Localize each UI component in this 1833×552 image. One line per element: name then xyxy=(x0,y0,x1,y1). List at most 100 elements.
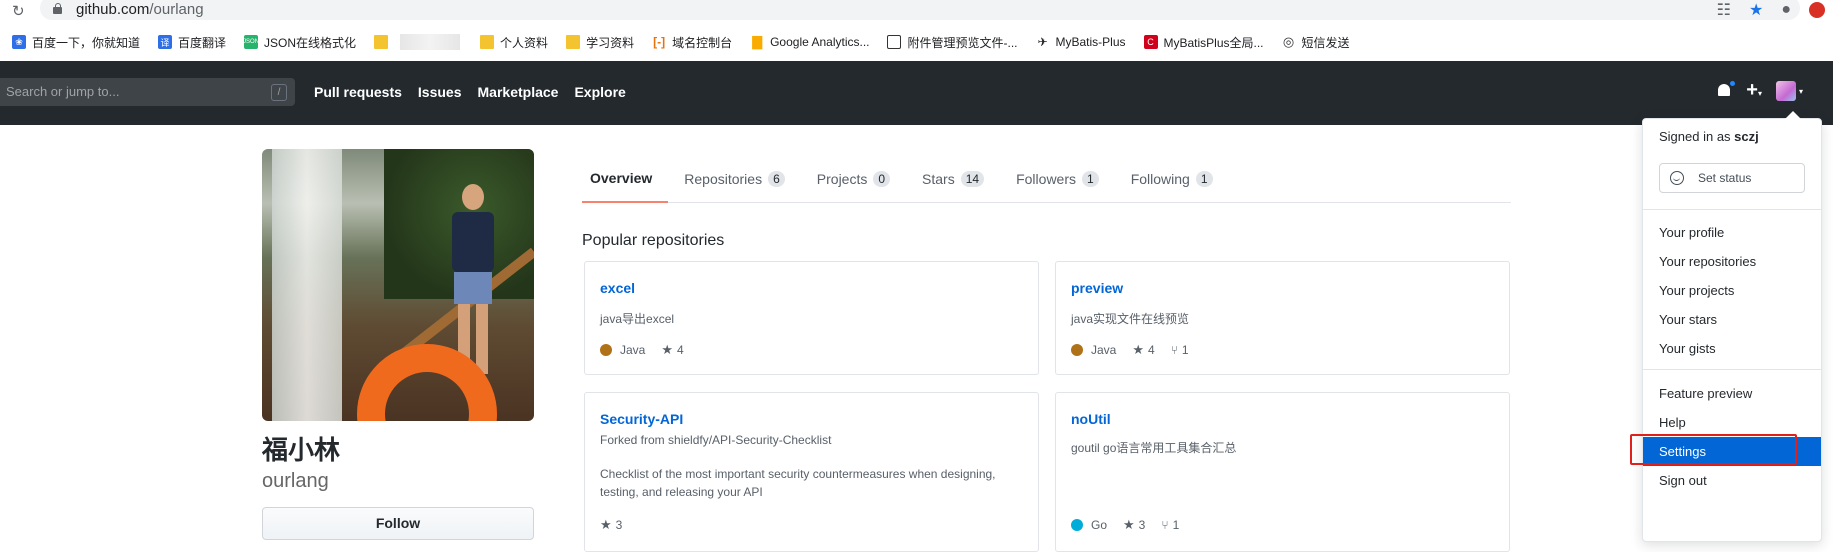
lock-icon[interactable] xyxy=(53,3,62,14)
tab-followers[interactable]: Followers 1 xyxy=(1000,155,1115,203)
create-new-menu[interactable]: +▾ xyxy=(1746,79,1762,101)
repo-stars-link[interactable]: ★ 4 xyxy=(661,342,683,358)
blurred-bookmark xyxy=(400,34,461,50)
repo-forks-link[interactable]: ⑂ 1 xyxy=(1161,518,1179,532)
repo-forks-link[interactable]: ⑂ 1 xyxy=(1171,343,1189,357)
repo-description: Checklist of the most important security… xyxy=(600,467,996,499)
json-icon: JSON xyxy=(243,35,259,49)
menu-sign-out[interactable]: Sign out xyxy=(1643,466,1821,495)
set-status-button[interactable]: Set status xyxy=(1659,163,1805,193)
repo-description: java实现文件在线预览 xyxy=(1071,312,1190,326)
tab-projects[interactable]: Projects 0 xyxy=(801,155,906,203)
repo-forked-from: Forked from shieldfy/API-Security-Checkl… xyxy=(600,433,832,447)
language-color-dot xyxy=(600,344,612,356)
repo-card: excel java导出excel Java ★ 4 xyxy=(584,261,1039,375)
bookmark-sms[interactable]: ◎ 短信发送 xyxy=(1281,34,1350,51)
bird-icon: ✈ xyxy=(1035,35,1050,49)
account-icon[interactable]: ● xyxy=(1781,1,1791,19)
bookmark-mybatisplus-global[interactable]: C MyBatisPlus全局... xyxy=(1143,34,1264,51)
repo-language: Go xyxy=(1071,518,1107,532)
count-badge: 6 xyxy=(768,171,785,187)
bookmark-star-icon[interactable]: ★ xyxy=(1749,0,1763,20)
tab-following[interactable]: Following 1 xyxy=(1115,155,1229,203)
bookmark-mybatis-plus[interactable]: ✈ MyBatis-Plus xyxy=(1035,35,1126,49)
bookmarks-bar: ❀ 百度一下，你就知道 译百度翻译 JSON JSON在线格式化 个人资料 学习资料… xyxy=(0,29,1368,55)
menu-your-stars[interactable]: Your stars xyxy=(1643,305,1821,334)
menu-your-profile[interactable]: Your profile xyxy=(1643,218,1821,247)
nav-marketplace[interactable]: Marketplace xyxy=(478,84,559,100)
repo-language: Java xyxy=(600,343,645,357)
star-icon: ★ xyxy=(1132,342,1145,357)
popular-repositories-title: Popular repositories xyxy=(582,232,725,249)
github-header: Search or jump to... / Pull requests Iss… xyxy=(0,61,1833,125)
star-icon: ★ xyxy=(1123,517,1135,532)
fork-icon: ⑂ xyxy=(1170,343,1178,357)
nav-issues[interactable]: Issues xyxy=(418,84,462,100)
nav-pull-requests[interactable]: Pull requests xyxy=(314,84,402,100)
user-menu-toggle[interactable]: ▾ xyxy=(1775,81,1803,101)
bookmark-domain-console[interactable]: [-] 域名控制台 xyxy=(652,34,732,51)
chevron-down-icon: ▾ xyxy=(1757,89,1762,98)
fork-icon: ⑂ xyxy=(1161,518,1169,532)
reload-icon[interactable]: ↻ xyxy=(12,2,25,20)
bookmark-attachment-preview[interactable]: 附件管理预览文件-... xyxy=(887,34,1017,51)
repo-name-link[interactable]: preview xyxy=(1071,280,1123,296)
document-icon xyxy=(887,35,902,49)
search-shortcut-key: / xyxy=(271,84,287,101)
divider xyxy=(1643,369,1821,370)
aliyun-icon: [-] xyxy=(652,35,667,49)
follow-button[interactable]: Follow xyxy=(262,507,534,540)
menu-your-gists[interactable]: Your gists xyxy=(1643,334,1821,363)
repo-description: java导出excel xyxy=(600,312,675,326)
folder-icon xyxy=(480,35,495,49)
menu-feature-preview[interactable]: Feature preview xyxy=(1643,379,1821,408)
search-input[interactable]: Search or jump to... / xyxy=(0,78,295,106)
count-badge: 14 xyxy=(960,171,985,187)
translate-icon: 译 xyxy=(158,35,173,49)
star-icon: ★ xyxy=(600,517,612,532)
c-logo-icon: C xyxy=(1143,35,1158,49)
profile-username: ourlang xyxy=(262,470,329,492)
plus-icon: + xyxy=(1746,79,1758,101)
tab-stars[interactable]: Stars 14 xyxy=(906,155,1000,203)
repo-stars-link[interactable]: ★ 3 xyxy=(1123,517,1145,533)
search-placeholder: Search or jump to... xyxy=(6,84,120,99)
repo-name-link[interactable]: noUtil xyxy=(1071,411,1111,427)
profile-photo[interactable] xyxy=(262,149,534,421)
repo-name-link[interactable]: excel xyxy=(600,280,635,296)
folder-icon xyxy=(566,35,581,49)
bookmark-baidu-translate[interactable]: 译百度翻译 xyxy=(158,34,226,51)
url-path: /ourlang xyxy=(149,1,204,18)
count-badge: 1 xyxy=(1195,171,1213,187)
bookmark-json[interactable]: JSON JSON在线格式化 xyxy=(243,34,356,51)
nav-explore[interactable]: Explore xyxy=(574,84,625,100)
star-icon: ★ xyxy=(661,342,674,357)
notifications-bell-icon[interactable] xyxy=(1716,79,1738,100)
menu-your-repositories[interactable]: Your repositories xyxy=(1643,247,1821,276)
address-bar[interactable] xyxy=(40,0,1800,20)
tab-repositories[interactable]: Repositories 6 xyxy=(668,155,801,203)
repo-stars-link[interactable]: ★ 3 xyxy=(600,517,622,533)
url-text[interactable]: github.com/ourlang xyxy=(76,1,204,18)
bookmark-google-analytics[interactable]: ▇ Google Analytics... xyxy=(750,34,869,49)
bookmark-baidu[interactable]: ❀ 百度一下，你就知道 xyxy=(12,34,140,51)
baidu-icon: ❀ xyxy=(12,35,26,49)
unread-dot xyxy=(1728,79,1738,88)
translate-icon[interactable]: ☷ xyxy=(1717,0,1731,20)
extension-icon[interactable] xyxy=(1809,2,1825,18)
tab-overview[interactable]: Overview xyxy=(582,155,669,203)
menu-your-projects[interactable]: Your projects xyxy=(1643,276,1821,305)
repo-card: noUtil goutil go语言常用工具集合汇总 Go ★ 3 ⑂ 1 xyxy=(1055,392,1510,552)
bookmark-folder-personal[interactable]: 个人资料 xyxy=(480,34,548,51)
divider xyxy=(1643,209,1821,210)
count-badge: 0 xyxy=(873,171,891,187)
repo-card: Security-API Forked from shieldfy/API-Se… xyxy=(584,392,1039,552)
repo-name-link[interactable]: Security-API xyxy=(600,411,683,427)
bookmark-folder-study[interactable]: 学习资料 xyxy=(566,34,634,51)
menu-help[interactable]: Help xyxy=(1643,408,1821,437)
smiley-icon xyxy=(1670,171,1684,185)
repo-stars-link[interactable]: ★ 4 xyxy=(1132,342,1154,358)
signed-in-username: sczj xyxy=(1734,129,1759,144)
bookmark-folder-blurred[interactable] xyxy=(374,35,394,49)
header-nav: Pull requests Issues Marketplace Explore xyxy=(314,84,626,100)
